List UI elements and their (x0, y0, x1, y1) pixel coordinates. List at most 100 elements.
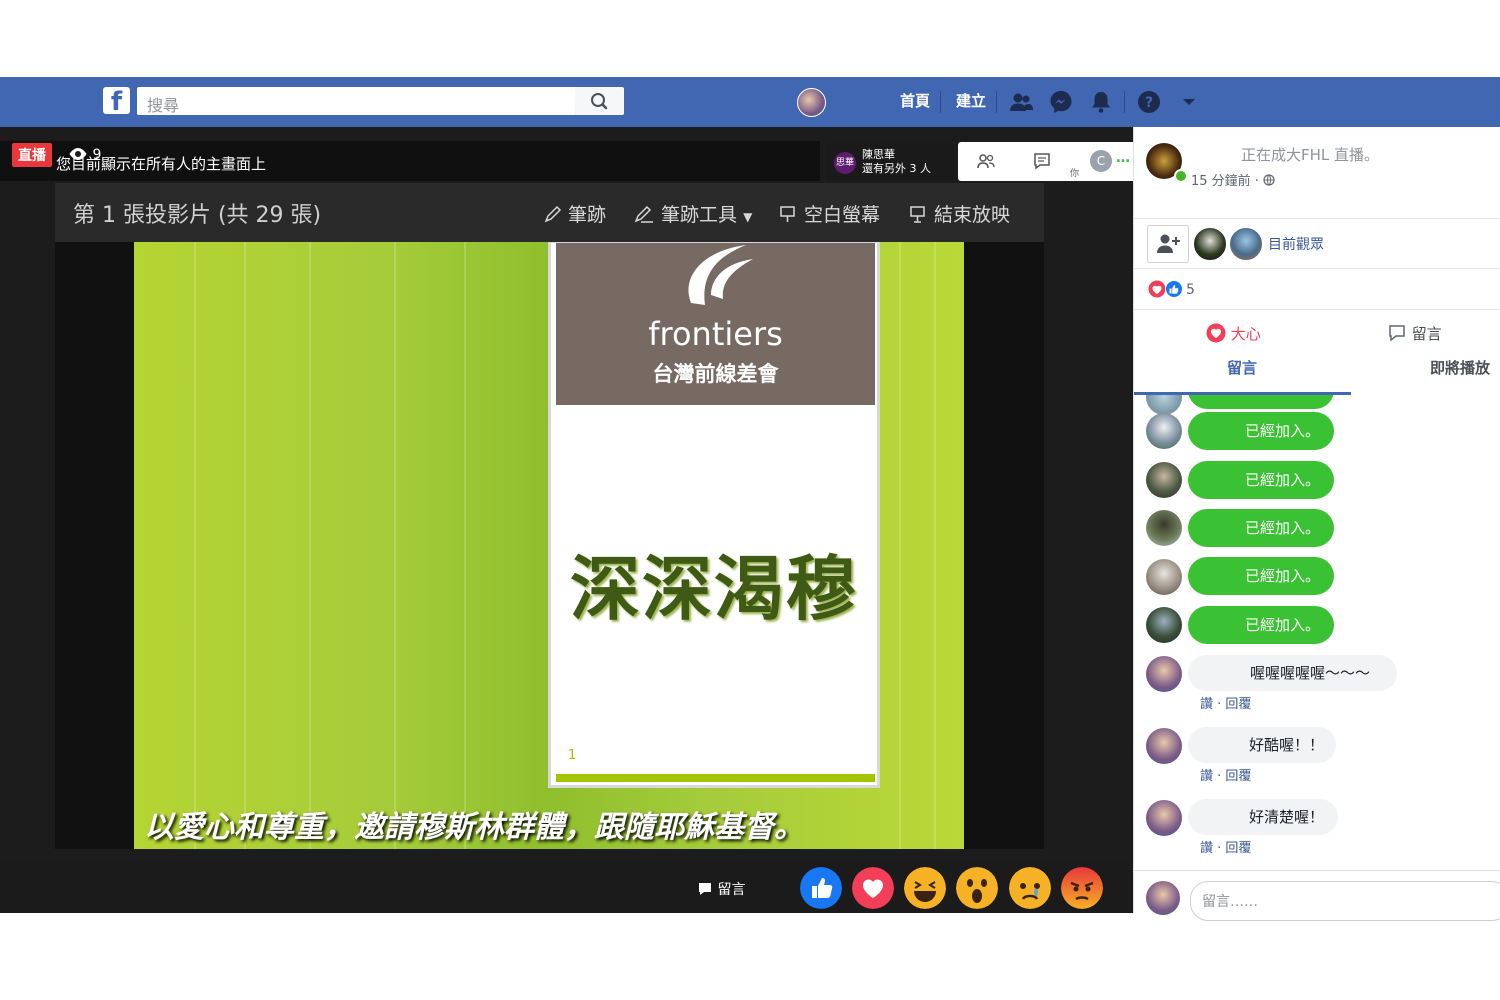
joined-message: 已經加入。 (1188, 412, 1334, 450)
self-avatar[interactable]: C (1090, 150, 1112, 172)
angry-reaction-icon[interactable] (1061, 867, 1103, 909)
slide-stripe (899, 242, 901, 849)
notifications-bell-icon[interactable] (1088, 89, 1114, 115)
comment-input[interactable]: 留言…… (1190, 881, 1500, 921)
home-link[interactable]: 首頁 (900, 90, 930, 111)
comment-feed[interactable]: 已經加入。 已經加入。 已經加入。 已經加入。 已經加入。 喔喔喔喔喔～～～ 讚… (1134, 395, 1500, 870)
nav-divider (940, 91, 941, 113)
end-slideshow-button[interactable]: 結束放映 (908, 200, 1010, 227)
active-speaker-box: 思華 陳思華 還有另外 3 人 (826, 143, 954, 181)
search-button[interactable] (575, 87, 624, 115)
reaction-count[interactable]: 5 (1186, 282, 1195, 298)
account-dropdown-icon[interactable] (1176, 89, 1202, 115)
joined-message: 已經加入。 (1188, 461, 1334, 499)
commenter-avatar[interactable] (1146, 728, 1182, 764)
blank-screen-button[interactable]: 空白螢幕 (778, 200, 880, 227)
panel-divider (1134, 218, 1500, 219)
commenter-avatar[interactable] (1146, 395, 1182, 415)
slideshow-toolbar: 第 1 張投影片 (共 29 張) 筆跡 筆跡工具 ▼ 空白螢幕 結束放映 (55, 183, 1044, 242)
video-comment-label: 留言 (717, 882, 746, 898)
love-button[interactable]: 大心 (1206, 323, 1261, 344)
slide-stripe (394, 242, 396, 849)
profile-avatar[interactable] (797, 88, 826, 117)
facebook-logo-icon[interactable]: f (103, 87, 130, 114)
frontiers-logo-icon (688, 245, 753, 305)
chat-icon[interactable] (1032, 152, 1052, 170)
wow-reaction-icon[interactable] (956, 867, 998, 909)
slide-counter: 第 1 張投影片 (共 29 張) (73, 203, 322, 228)
commenter-avatar[interactable] (1146, 800, 1182, 836)
comment-text: 好酷喔！！ (1188, 727, 1336, 763)
live-badge: 直播 (12, 143, 52, 167)
slide-card: frontiers 台灣前線差會 深深渴穆 1 (548, 242, 880, 788)
slide-stripe (194, 242, 196, 849)
comment-actions[interactable]: 讚 · 回覆 (1200, 693, 1251, 712)
panel-divider (1134, 309, 1500, 310)
live-video-player[interactable]: 您目前顯示在所有人的主畫面上 直播 9 思華 陳思華 還有另外 3 人 你 C … (0, 127, 1133, 913)
commenter-avatar[interactable] (1146, 510, 1182, 546)
svg-text:?: ? (1145, 95, 1153, 111)
comment-label: 留言 (1411, 325, 1442, 343)
comment-button[interactable]: 留言 (1387, 323, 1442, 344)
commenter-avatar[interactable] (1146, 462, 1182, 498)
end-slideshow-icon (910, 206, 925, 223)
joined-message: 已經加入。 (1188, 606, 1334, 644)
end-slideshow-label: 結束放映 (934, 204, 1011, 226)
brand-name: frontiers (648, 315, 783, 353)
live-status-text: 正在成大FHL 直播。 (1241, 146, 1380, 164)
tab-comments[interactable]: 留言 (1227, 357, 1257, 378)
comment-bubble-icon (1389, 325, 1405, 342)
comment-composer: 留言…… (1134, 870, 1500, 921)
live-comments-panel: 正在成大FHL 直播。 15 分鐘前 · 目前觀眾 5 大心 留言 留言 即將播… (1133, 127, 1500, 921)
blank-screen-icon (780, 206, 795, 222)
participant-name: 陳思華 (862, 148, 895, 161)
participants-icon[interactable] (976, 152, 996, 170)
pen-tools-icon (634, 205, 653, 223)
commenter-avatar[interactable] (1146, 656, 1182, 692)
viewer-avatar[interactable] (1228, 226, 1264, 262)
comment-actions[interactable]: 讚 · 回覆 (1200, 765, 1251, 784)
messenger-icon[interactable] (1048, 89, 1074, 115)
brand-subtitle: 台灣前線差會 (652, 362, 779, 386)
online-status-icon (1174, 169, 1188, 183)
slide-title: 深深渴穆 (570, 548, 858, 630)
pen-tools-label: 筆跡工具 (661, 204, 738, 226)
viewer-avatar[interactable] (1192, 226, 1228, 262)
sad-reaction-icon[interactable] (1009, 867, 1051, 909)
heart-icon (1206, 323, 1226, 343)
tab-upcoming[interactable]: 即將播放 (1430, 357, 1490, 378)
live-time-text: 15 分鐘前 · (1191, 174, 1264, 189)
self-label: 你 (1070, 169, 1080, 179)
love-reaction-icon[interactable] (852, 867, 894, 909)
haha-reaction-icon[interactable] (904, 867, 946, 909)
commenter-avatar[interactable] (1146, 559, 1182, 595)
pen-button[interactable]: 筆跡 (542, 200, 606, 227)
search-input[interactable]: 搜尋 (137, 87, 575, 115)
pen-tools-button[interactable]: 筆跡工具 ▼ (633, 200, 752, 227)
pen-label: 筆跡 (568, 204, 607, 226)
create-link[interactable]: 建立 (956, 90, 986, 111)
blank-screen-label: 空白螢幕 (804, 204, 881, 226)
participant-info: 陳思華 還有另外 3 人 (862, 148, 931, 176)
slide-stripe (309, 242, 311, 849)
friend-requests-icon[interactable] (1008, 89, 1034, 115)
reaction-summary-icon[interactable] (1148, 280, 1184, 298)
invite-button[interactable] (1147, 225, 1189, 263)
meeting-toolbar: 你 C … (958, 142, 1133, 181)
current-viewers-link[interactable]: 目前觀眾 (1268, 234, 1324, 254)
video-comment-button[interactable]: 留言 (697, 879, 745, 899)
live-timestamp: 15 分鐘前 · (1191, 170, 1275, 189)
help-icon[interactable]: ? (1136, 89, 1162, 115)
commenter-avatar[interactable] (1146, 607, 1182, 643)
more-options-icon[interactable]: … (1116, 150, 1130, 166)
commenter-avatar[interactable] (1146, 413, 1182, 449)
brand-header: frontiers 台灣前線差會 (556, 243, 875, 405)
pen-icon (544, 205, 562, 223)
comment-actions[interactable]: 讚 · 回覆 (1200, 837, 1251, 856)
eye-icon (69, 148, 87, 160)
participant-avatar: 思華 (834, 152, 856, 174)
top-navbar: f 搜尋 首頁 建立 ? (0, 77, 1500, 127)
add-person-icon (1157, 234, 1180, 253)
like-reaction-icon[interactable] (800, 867, 842, 909)
viewer-count-value: 9 (92, 147, 102, 163)
